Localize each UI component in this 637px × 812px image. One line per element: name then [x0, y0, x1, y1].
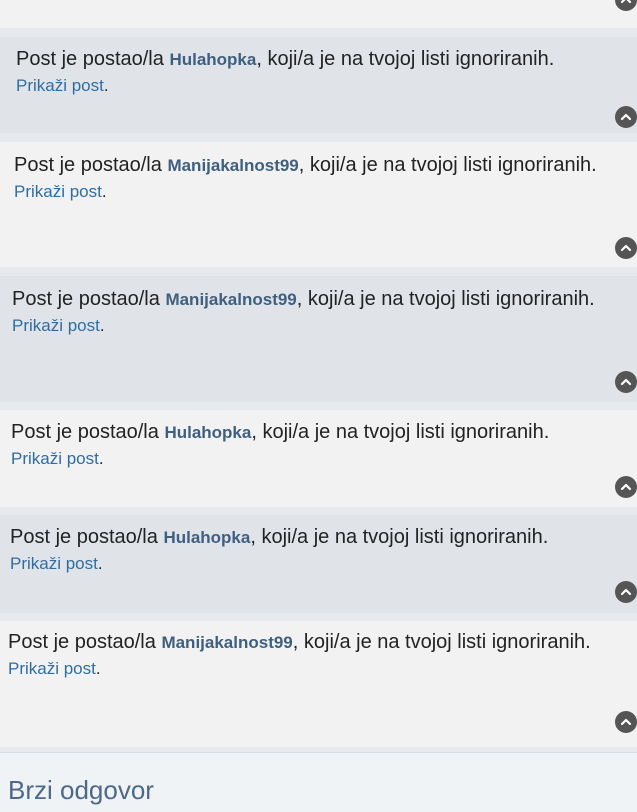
- quick-reply-section: Brzi odgovor: [0, 752, 637, 812]
- back-to-top-button[interactable]: [615, 237, 637, 259]
- ignored-post: Post je postao/la Hulahopka, koji/a je n…: [0, 37, 637, 133]
- username-link[interactable]: Hulahopka: [163, 528, 250, 547]
- chevron-up-icon: [620, 718, 632, 726]
- ignored-notice: Post je postao/la Hulahopka, koji/a je n…: [10, 526, 549, 548]
- username-link[interactable]: Manijakalnost99: [161, 633, 292, 652]
- show-post-row: Prikaži post.: [12, 316, 105, 335]
- show-post-link[interactable]: Prikaži post: [8, 659, 96, 678]
- back-to-top-button[interactable]: [615, 0, 637, 11]
- show-post-row: Prikaži post.: [11, 449, 104, 468]
- ignored-post: Post je postao/la Manijakalnost99, koji/…: [0, 621, 637, 747]
- chevron-up-icon: [620, 378, 632, 386]
- show-post-link[interactable]: Prikaži post: [12, 316, 100, 335]
- username-link[interactable]: Hulahopka: [169, 50, 256, 69]
- ignored-notice: Post je postao/la Manijakalnost99, koji/…: [14, 154, 597, 176]
- username-link[interactable]: Hulahopka: [164, 423, 251, 442]
- ignored-post: Post je postao/la Hulahopka, koji/a je n…: [0, 410, 637, 507]
- ignored-post: Post je postao/la Manijakalnost99, koji/…: [0, 142, 637, 267]
- back-to-top-button[interactable]: [615, 106, 637, 128]
- ignored-notice: Post je postao/la Hulahopka, koji/a je n…: [16, 48, 555, 70]
- username-link[interactable]: Manijakalnost99: [167, 156, 298, 175]
- show-post-link[interactable]: Prikaži post: [11, 449, 99, 468]
- previous-post-fragment: [0, 0, 637, 28]
- ignored-post: Post je postao/la Manijakalnost99, koji/…: [0, 276, 637, 402]
- username-link[interactable]: Manijakalnost99: [165, 290, 296, 309]
- show-post-row: Prikaži post.: [10, 554, 103, 573]
- show-post-row: Prikaži post.: [14, 182, 107, 201]
- show-post-row: Prikaži post.: [16, 76, 109, 95]
- back-to-top-button[interactable]: [615, 711, 637, 733]
- show-post-link[interactable]: Prikaži post: [10, 554, 98, 573]
- chevron-up-icon: [620, 483, 632, 491]
- chevron-up-icon: [620, 588, 632, 596]
- back-to-top-button[interactable]: [615, 581, 637, 603]
- chevron-up-icon: [620, 0, 632, 4]
- show-post-row: Prikaži post.: [8, 659, 101, 678]
- ignored-notice: Post je postao/la Manijakalnost99, koji/…: [8, 631, 591, 653]
- ignored-post: Post je postao/la Hulahopka, koji/a je n…: [0, 515, 637, 613]
- show-post-link[interactable]: Prikaži post: [14, 182, 102, 201]
- ignored-notice: Post je postao/la Manijakalnost99, koji/…: [12, 288, 595, 310]
- ignored-notice: Post je postao/la Hulahopka, koji/a je n…: [11, 421, 550, 443]
- chevron-up-icon: [620, 113, 632, 121]
- chevron-up-icon: [620, 244, 632, 252]
- show-post-link[interactable]: Prikaži post: [16, 76, 104, 95]
- quick-reply-title: Brzi odgovor: [8, 775, 154, 805]
- back-to-top-button[interactable]: [615, 371, 637, 393]
- back-to-top-button[interactable]: [615, 476, 637, 498]
